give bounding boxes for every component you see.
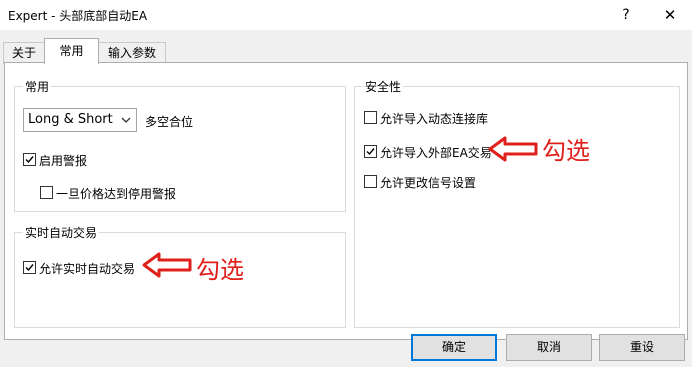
annotation-label: 勾选: [196, 256, 244, 284]
common-group-title: 常用: [23, 78, 52, 95]
security-group-title: 安全性: [363, 78, 404, 95]
check-icon: [366, 148, 375, 156]
check-icon: [25, 264, 34, 272]
annotation-label: 勾选: [542, 137, 590, 165]
allow-signal-change-label: 允许更改信号设置: [380, 176, 477, 190]
disable-alerts-checkbox[interactable]: [40, 186, 53, 199]
disable-alerts-label: 一旦价格达到停用警报: [56, 187, 177, 201]
position-mode-label: 多空合位: [145, 115, 194, 129]
close-button[interactable]: ✕: [648, 0, 692, 30]
enable-alerts-label: 启用警报: [39, 154, 88, 168]
tab-about[interactable]: 关于: [3, 42, 45, 64]
enable-alerts-checkbox[interactable]: [23, 153, 36, 166]
cancel-button[interactable]: 取消: [506, 334, 592, 361]
tab-common[interactable]: 常用: [44, 38, 99, 64]
allow-live-trading-label: 允许实时自动交易: [39, 262, 136, 276]
position-mode-select[interactable]: Long & Short: [23, 108, 137, 132]
allow-external-ea-checkbox[interactable]: [364, 145, 377, 158]
window-title: Expert - 头部底部自动EA: [8, 9, 148, 23]
allow-signal-change-checkbox[interactable]: [364, 175, 377, 188]
live-trading-group-title: 实时自动交易: [23, 224, 100, 241]
left-arrow-annotation-icon: [488, 136, 538, 162]
help-button[interactable]: ?: [604, 0, 648, 30]
allow-dll-label: 允许导入动态连接库: [380, 112, 489, 126]
allow-external-ea-label: 允许导入外部EA交易: [380, 146, 492, 160]
ok-button[interactable]: 确定: [411, 334, 497, 361]
reset-button[interactable]: 重设: [599, 334, 685, 361]
allow-dll-checkbox[interactable]: [364, 111, 377, 124]
check-icon: [25, 156, 34, 164]
live-trading-group: 实时自动交易: [14, 224, 346, 328]
chevron-down-icon: [118, 109, 134, 131]
left-arrow-annotation-icon: [142, 252, 192, 278]
tab-inputs[interactable]: 输入参数: [98, 42, 166, 64]
allow-live-trading-checkbox[interactable]: [23, 261, 36, 274]
position-mode-value: Long & Short: [28, 112, 113, 127]
title-bar: Expert - 头部底部自动EA ? ✕: [0, 0, 692, 30]
help-icon: ?: [622, 7, 630, 23]
close-icon: ✕: [663, 6, 677, 24]
